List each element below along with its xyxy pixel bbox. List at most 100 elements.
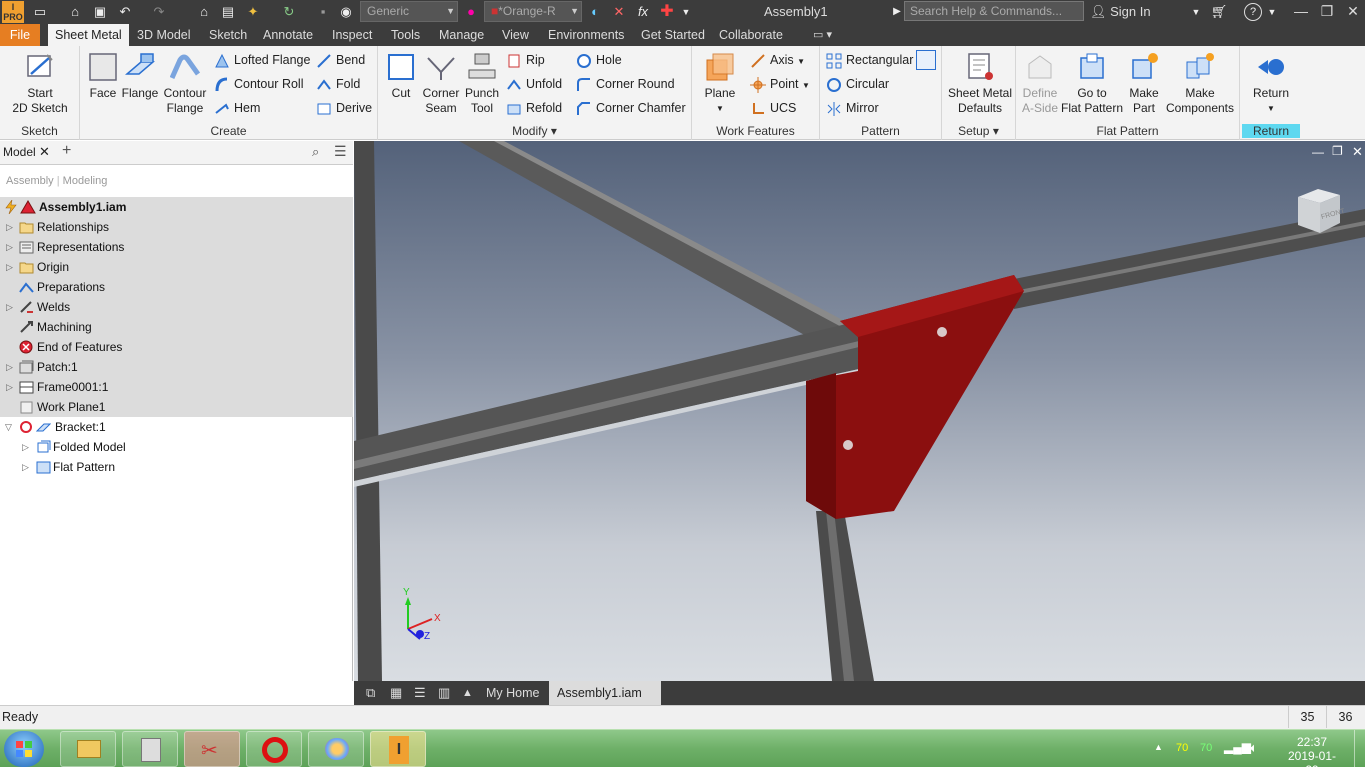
tree-item-origin[interactable]: ▷ Origin	[0, 257, 353, 277]
tree-item-folded-model[interactable]: ▷ Folded Model	[0, 437, 353, 457]
viewport-restore-icon[interactable]: ❐	[1332, 144, 1343, 158]
globe-icon[interactable]: ◉	[338, 3, 354, 21]
corner-chamfer-button[interactable]: Corner Chamfer	[576, 97, 686, 119]
taskbar-opera[interactable]	[246, 731, 302, 767]
tray-indicator-1[interactable]: 70	[1176, 742, 1188, 754]
cut-button[interactable]: Cut	[382, 50, 420, 101]
tree-item-bracket[interactable]: ▽ Bracket:1	[0, 417, 353, 437]
point-button[interactable]: Point ▼	[750, 73, 810, 95]
signin-chevron-icon[interactable]: ▼	[1190, 3, 1202, 21]
properties-icon[interactable]: ▤	[220, 3, 236, 21]
tree-item-representations[interactable]: ▷ Representations	[0, 237, 353, 257]
contour-roll-button[interactable]: Contour Roll	[214, 73, 303, 95]
restore-button[interactable]: ❐	[1316, 3, 1338, 20]
close-browser-icon[interactable]: ✕	[39, 144, 50, 160]
parameters-icon[interactable]: fx	[634, 3, 652, 21]
expand-icon[interactable]: ▷	[6, 297, 13, 317]
customize-chevron-icon[interactable]: ▼	[680, 3, 692, 21]
cart-icon[interactable]: 🛒︎	[1210, 3, 1228, 21]
define-a-side-button[interactable]: Define A-Side	[1018, 50, 1062, 116]
unfold-button[interactable]: Unfold	[506, 73, 562, 95]
tray-indicator-2[interactable]: 70	[1200, 742, 1212, 754]
expand-icon[interactable]: ▷	[22, 437, 29, 457]
viewcube[interactable]: FRONT	[1294, 187, 1346, 235]
refold-button[interactable]: Refold	[506, 97, 562, 119]
sub-tab-assembly[interactable]: Assembly	[6, 175, 54, 187]
taskbar-explorer[interactable]	[60, 731, 116, 767]
tree-item-work-plane[interactable]: Work Plane1	[0, 397, 353, 417]
bend-button[interactable]: Bend	[316, 49, 365, 71]
search-arrow-icon[interactable]: ▶	[892, 3, 902, 21]
tree-item-machining[interactable]: Machining	[0, 317, 353, 337]
go-to-flat-pattern-button[interactable]: Go to Flat Pattern	[1060, 50, 1124, 116]
sign-in-button[interactable]: 👤︎ Sign In	[1090, 4, 1151, 20]
expand-icon[interactable]: ▷	[6, 237, 13, 257]
material-combo[interactable]: Generic ▼	[360, 1, 458, 22]
taskbar-snipping-tool[interactable]: ✂	[184, 731, 240, 767]
circular-pattern-button[interactable]: Circular	[826, 73, 889, 95]
return-button[interactable]: Return ▼	[1244, 50, 1298, 116]
tab-tools[interactable]: Tools	[384, 24, 427, 46]
network-icon[interactable]: ▂▄▆	[1224, 740, 1251, 754]
modify-group-label[interactable]: Modify ▾	[378, 124, 691, 138]
fold-button[interactable]: Fold	[316, 73, 360, 95]
clock[interactable]: 22:37 2019-01-29	[1282, 735, 1342, 777]
plane-button[interactable]: Plane ▼	[698, 50, 742, 116]
color-wheel-icon[interactable]: ●	[462, 3, 480, 21]
face-button[interactable]: Face	[84, 50, 122, 101]
undo-icon[interactable]: ↶	[116, 3, 134, 21]
measure-icon[interactable]: ▪	[314, 3, 332, 21]
tab-collaborate[interactable]: Collaborate	[712, 24, 790, 46]
setup-group-label[interactable]: Setup ▾	[942, 124, 1015, 138]
expand-icon[interactable]: ▷	[6, 217, 13, 237]
expand-icon[interactable]: ▷	[22, 457, 29, 477]
help-icon[interactable]: ?	[1244, 3, 1262, 21]
help-chevron-icon[interactable]: ▼	[1266, 3, 1278, 21]
close-button[interactable]: ✕	[1342, 3, 1364, 20]
minimize-button[interactable]: —	[1290, 3, 1312, 19]
mirror-button[interactable]: Mirror	[826, 97, 879, 119]
viewport-close-icon[interactable]: ✕	[1352, 144, 1363, 160]
derive-button[interactable]: Derive	[316, 97, 372, 119]
update-icon[interactable]: ↻	[280, 3, 298, 21]
graphics-viewport[interactable]: — ❐ ✕ FRONT X Y Z	[354, 141, 1365, 681]
flange-button[interactable]: Flange	[120, 50, 160, 101]
taskbar-paint[interactable]	[308, 731, 364, 767]
tab-view[interactable]: View	[495, 24, 536, 46]
volume-icon[interactable]: 🔈︎	[1250, 740, 1258, 756]
tab-sheet-metal[interactable]: Sheet Metal	[48, 24, 129, 46]
tab-file[interactable]: File	[0, 24, 40, 46]
cascade-icon[interactable]: ⧉	[358, 681, 383, 705]
add-icon[interactable]: ✚	[658, 3, 676, 21]
sub-tab-modeling[interactable]: Modeling	[63, 175, 108, 187]
sheet-metal-defaults-button[interactable]: Sheet Metal Defaults	[946, 50, 1014, 116]
tray-expand-icon[interactable]: ▲	[1154, 742, 1163, 752]
new-icon[interactable]: ▭	[32, 3, 48, 21]
taskbar-calculator[interactable]	[122, 731, 178, 767]
appearance-combo[interactable]: ■*Orange-R ▼	[484, 1, 582, 22]
rectangular-pattern-button[interactable]: Rectangular	[826, 49, 913, 71]
ribbon-options-icon[interactable]: ▭ ▾	[806, 24, 839, 46]
search-input[interactable]: Search Help & Commands...	[904, 1, 1084, 21]
lofted-flange-button[interactable]: Lofted Flange	[214, 49, 310, 71]
tab-sketch[interactable]: Sketch	[202, 24, 254, 46]
corner-seam-button[interactable]: Corner Seam	[420, 50, 462, 116]
hem-button[interactable]: Hem	[214, 97, 260, 119]
viewport-minimize-icon[interactable]: —	[1312, 145, 1324, 159]
tree-item-flat-pattern[interactable]: ▷ Flat Pattern	[0, 457, 353, 477]
pattern-options-icon[interactable]	[916, 50, 936, 70]
tree-item-frame[interactable]: ▷ Frame0001:1	[0, 377, 353, 397]
tab-my-home[interactable]: My Home	[478, 681, 547, 705]
hole-button[interactable]: Hole	[576, 49, 622, 71]
tab-assembly-document[interactable]: Assembly1.iam ✕	[549, 681, 661, 724]
tree-item-end-of-features[interactable]: End of Features	[0, 337, 353, 357]
tab-manage[interactable]: Manage	[432, 24, 491, 46]
expand-icon[interactable]: ▷	[6, 377, 13, 397]
clear-appearance-icon[interactable]: ✕	[610, 3, 628, 21]
expand-icon[interactable]: ▷	[6, 257, 13, 277]
tab-3d-model[interactable]: 3D Model	[130, 24, 198, 46]
expand-icon[interactable]: ▷	[6, 357, 13, 377]
app-logo[interactable]: I PRO	[2, 1, 24, 23]
tree-item-patch[interactable]: ▷ Patch:1	[0, 357, 353, 377]
tab-environments[interactable]: Environments	[541, 24, 631, 46]
